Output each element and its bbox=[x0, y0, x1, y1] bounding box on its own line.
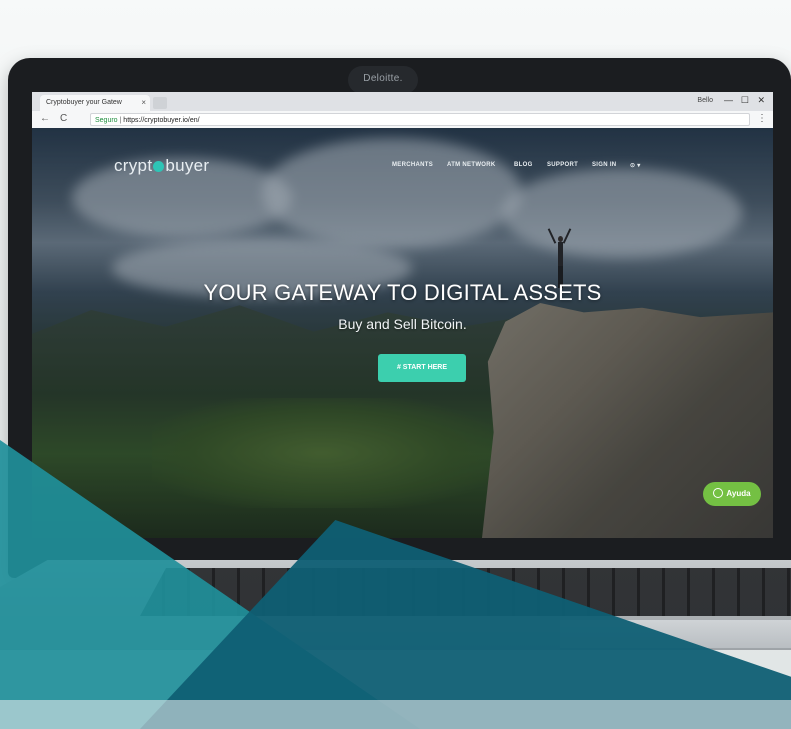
hero-subtitle: Buy and Sell Bitcoin. bbox=[338, 316, 467, 332]
browser-tab[interactable]: Cryptobuyer your Gatew × bbox=[40, 95, 150, 111]
language-selector[interactable]: ⊙ ▾ bbox=[630, 162, 641, 169]
photo-scene: Deloitte. Cryptobuyer your Gatew × Bello… bbox=[0, 0, 791, 729]
logo-text-prefix: crypt bbox=[114, 156, 153, 175]
url-text: https://cryptobuyer.io/en/ bbox=[123, 117, 200, 124]
hero-dark-overlay bbox=[32, 128, 773, 538]
tab-close-icon[interactable]: × bbox=[141, 95, 146, 111]
nav-support[interactable]: SUPPORT bbox=[547, 162, 578, 168]
maximize-icon[interactable]: ☐ bbox=[741, 95, 749, 106]
new-tab-button[interactable] bbox=[153, 97, 167, 109]
hero-title: YOUR GATEWAY TO DIGITAL ASSETS bbox=[203, 280, 602, 305]
laptop-screen: Cryptobuyer your Gatew × Bello — ☐ ✕ ← C… bbox=[32, 92, 773, 538]
close-window-icon[interactable]: ✕ bbox=[757, 95, 765, 106]
help-label: Ayuda bbox=[726, 489, 751, 498]
browser-toolbar: ← C Seguro | https://cryptobuyer.io/en/ … bbox=[32, 111, 773, 129]
browser-tab-strip: Cryptobuyer your Gatew × Bello — ☐ ✕ bbox=[32, 92, 773, 111]
secure-lock-label: Seguro bbox=[95, 117, 118, 124]
browser-user-label[interactable]: Bello bbox=[697, 97, 713, 104]
bottom-shadow bbox=[0, 700, 791, 729]
website-hero: crypt buyer MERCHANTS ATM NETWORK BLOG SU… bbox=[32, 128, 773, 538]
chat-bubble-icon bbox=[713, 488, 724, 498]
browser-menu-icon[interactable]: ⋮ bbox=[757, 113, 767, 124]
browser-tab-title: Cryptobuyer your Gatew bbox=[46, 99, 122, 106]
nav-sign-in[interactable]: SIGN IN bbox=[592, 162, 616, 168]
address-bar[interactable]: Seguro | https://cryptobuyer.io/en/ bbox=[90, 113, 750, 126]
back-arrow-icon[interactable]: ← bbox=[40, 113, 50, 124]
nav-atm-network[interactable]: ATM NETWORK bbox=[447, 162, 496, 168]
logo-text-suffix: buyer bbox=[165, 156, 210, 175]
start-here-button[interactable]: # START HERE bbox=[378, 354, 466, 382]
nav-blog[interactable]: BLOG bbox=[514, 162, 533, 168]
site-logo[interactable]: crypt buyer bbox=[114, 156, 209, 176]
help-chat-button[interactable]: Ayuda bbox=[703, 482, 761, 506]
minimize-icon[interactable]: — bbox=[724, 95, 733, 105]
reload-icon[interactable]: C bbox=[60, 113, 67, 124]
device-brand-label: Deloitte. bbox=[363, 73, 403, 84]
nav-merchants[interactable]: MERCHANTS bbox=[392, 162, 433, 168]
logo-dot-icon bbox=[153, 161, 165, 172]
